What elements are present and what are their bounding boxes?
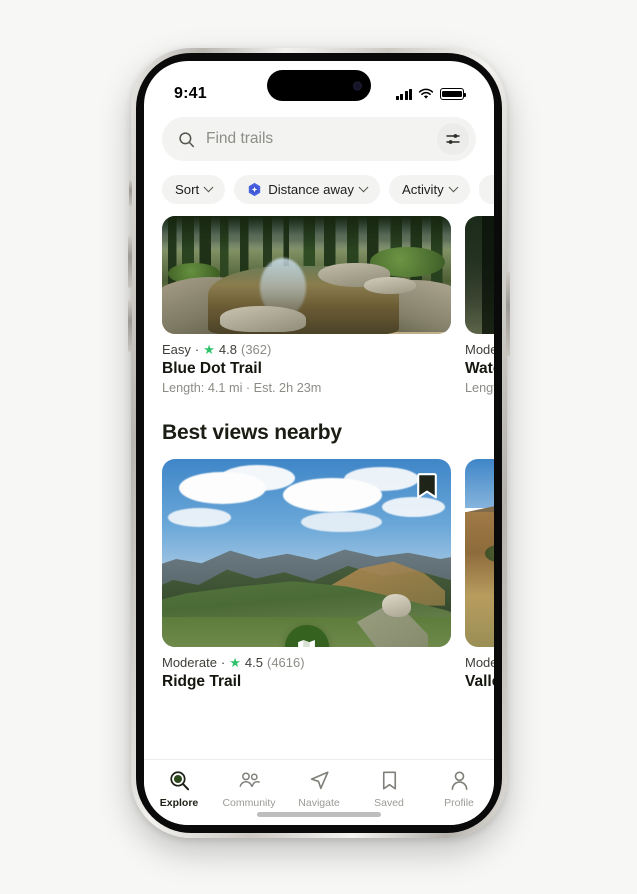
filter-chip-row[interactable]: Sort Distance away Activity xyxy=(144,161,494,216)
dark-forest-photo xyxy=(465,216,494,334)
volume-down-button[interactable] xyxy=(128,300,132,352)
trail-rating-line: Easy · ★ 4.8 (362) xyxy=(162,342,451,357)
chip-activity[interactable]: Activity xyxy=(388,175,470,204)
trail-thumbnail-ridge[interactable] xyxy=(162,459,451,647)
sliders-filter-icon xyxy=(446,134,460,144)
trail-difficulty: Moder xyxy=(465,342,494,357)
trail-row-best-views: Moderate · ★ 4.5 (4616) Ridge Trail Mode… xyxy=(144,459,494,691)
trail-name: Wate xyxy=(465,360,494,377)
trail-meta: Moder Wate Lengt xyxy=(465,334,494,395)
front-camera-icon xyxy=(353,81,362,90)
trail-details: Lengt xyxy=(465,381,494,395)
trail-review-count: (4616) xyxy=(267,655,305,670)
chip-sort[interactable]: Sort xyxy=(162,175,226,204)
tab-profile[interactable]: Profile xyxy=(424,769,494,809)
tab-navigate-label: Navigate xyxy=(298,797,340,809)
ridge-photo xyxy=(162,459,451,647)
chevron-down-icon xyxy=(358,182,369,193)
trail-feed-scroll[interactable]: Easy · ★ 4.8 (362) Blue Dot Trail Length… xyxy=(144,216,494,730)
battery-full-icon xyxy=(440,88,466,100)
hexagon-location-icon xyxy=(248,182,261,197)
navigation-arrow-icon xyxy=(310,771,329,790)
trail-meta: Moderate · ★ 4.5 (4616) Ridge Trail xyxy=(162,647,451,691)
trail-card-waterfall[interactable]: Moder Wate Lengt xyxy=(465,216,494,395)
trail-rating-line: Moderate · ★ 4.5 (4616) xyxy=(162,655,451,670)
tab-community[interactable]: Community xyxy=(214,769,284,809)
person-icon xyxy=(451,771,467,790)
volume-up-button[interactable] xyxy=(128,236,132,288)
trail-review-count: (362) xyxy=(240,342,272,357)
chevron-down-icon xyxy=(203,182,214,193)
chip-more[interactable] xyxy=(478,175,494,204)
wifi-icon xyxy=(418,88,434,99)
phone-device-frame: 9:41 Find trails Sort Distance away Acti… xyxy=(128,48,510,838)
trail-rating-line: Moder xyxy=(465,342,494,357)
trail-thumbnail-creek[interactable] xyxy=(162,216,451,334)
chevron-down-icon xyxy=(448,182,459,193)
tab-community-label: Community xyxy=(222,797,276,809)
filter-settings-button[interactable] xyxy=(437,123,469,155)
trail-difficulty: Moderate xyxy=(162,655,217,670)
phone-screen: 9:41 Find trails Sort Distance away Acti… xyxy=(144,61,494,825)
tab-saved[interactable]: Saved xyxy=(354,769,424,809)
star-icon: ★ xyxy=(203,342,215,357)
people-icon xyxy=(239,772,260,787)
trail-difficulty: Easy xyxy=(162,342,191,357)
tab-navigate[interactable]: Navigate xyxy=(284,769,354,809)
status-bar: 9:41 xyxy=(144,61,494,115)
section-title-best-views: Best views nearby xyxy=(162,421,342,444)
trail-rating: 4.8 xyxy=(218,342,237,357)
home-indicator[interactable] xyxy=(257,812,381,817)
power-button[interactable] xyxy=(506,272,510,356)
chip-activity-label: Activity xyxy=(401,182,444,197)
star-icon: ★ xyxy=(229,655,241,670)
trail-rating: 4.5 xyxy=(244,655,263,670)
bookmark-save-button[interactable] xyxy=(416,472,438,500)
status-indicators xyxy=(395,76,466,100)
separator-dot: · xyxy=(194,342,200,357)
bookmark-icon xyxy=(382,771,396,790)
tab-explore-label: Explore xyxy=(159,797,199,809)
trail-thumbnail-golden-hillside[interactable] xyxy=(465,459,494,647)
trail-row-top: Easy · ★ 4.8 (362) Blue Dot Trail Length… xyxy=(144,216,494,395)
trail-name: Valle xyxy=(465,673,494,690)
tab-explore[interactable]: Explore xyxy=(144,769,214,809)
app-header: Find trails xyxy=(144,115,494,161)
search-bar[interactable]: Find trails xyxy=(162,117,476,161)
trail-thumbnail-dark-forest[interactable] xyxy=(465,216,494,334)
chip-sort-label: Sort xyxy=(175,182,200,197)
silence-switch[interactable] xyxy=(129,180,132,206)
trail-meta: Easy · ★ 4.8 (362) Blue Dot Trail Length… xyxy=(162,334,451,395)
creek-photo xyxy=(162,216,451,334)
explore-search-icon xyxy=(169,771,189,791)
tab-profile-label: Profile xyxy=(444,797,474,809)
trail-rating-line: Moder xyxy=(465,655,494,670)
trail-card-valley[interactable]: Moder Valle xyxy=(465,459,494,691)
trail-name: Ridge Trail xyxy=(162,673,242,690)
search-input[interactable]: Find trails xyxy=(206,130,426,148)
trail-card-ridge[interactable]: Moderate · ★ 4.5 (4616) Ridge Trail xyxy=(162,459,451,691)
trail-meta: Moder Valle xyxy=(465,647,494,691)
status-clock: 9:41 xyxy=(174,85,207,102)
golden-hillside-photo xyxy=(465,459,494,647)
trail-card-blue-dot[interactable]: Easy · ★ 4.8 (362) Blue Dot Trail Length… xyxy=(162,216,451,395)
separator-dot: · xyxy=(220,655,226,670)
screenshot-stage: 9:41 Find trails Sort Distance away Acti… xyxy=(0,0,637,894)
dynamic-island xyxy=(267,70,371,101)
tab-saved-label: Saved xyxy=(374,797,404,809)
chip-distance-label: Distance away xyxy=(268,182,354,197)
trail-details: Length: 4.1 mi · Est. 2h 23m xyxy=(162,381,322,395)
chip-distance-away[interactable]: Distance away xyxy=(234,175,380,204)
map-icon xyxy=(298,639,315,647)
trail-name: Blue Dot Trail xyxy=(162,360,262,377)
search-icon xyxy=(179,131,195,147)
trail-difficulty: Moder xyxy=(465,655,494,670)
cellular-signal-icon xyxy=(395,88,412,100)
